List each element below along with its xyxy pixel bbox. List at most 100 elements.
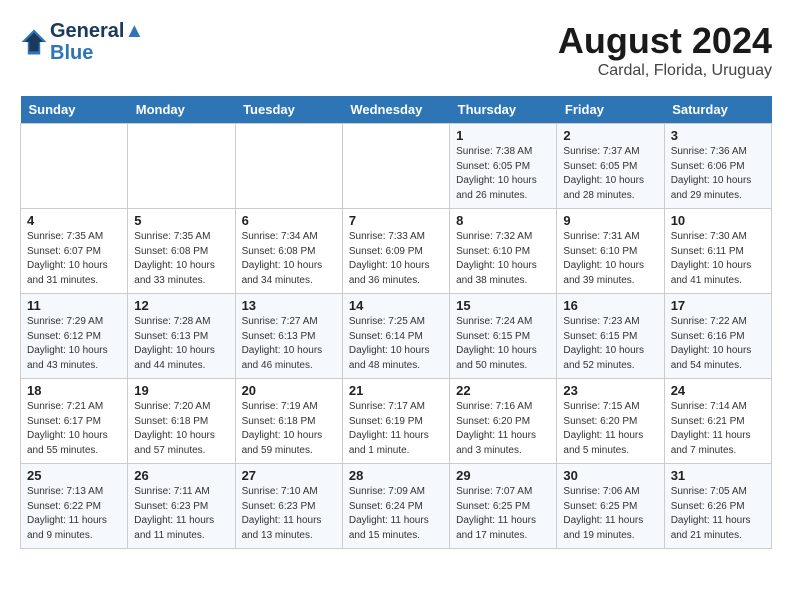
calendar-cell: 4Sunrise: 7:35 AM Sunset: 6:07 PM Daylig… xyxy=(21,209,128,294)
day-info: Sunrise: 7:30 AM Sunset: 6:11 PM Dayligh… xyxy=(671,230,765,288)
day-info: Sunrise: 7:06 AM Sunset: 6:25 PM Dayligh… xyxy=(563,485,657,543)
logo-icon xyxy=(20,28,48,56)
day-info: Sunrise: 7:07 AM Sunset: 6:25 PM Dayligh… xyxy=(456,485,550,543)
day-info: Sunrise: 7:34 AM Sunset: 6:08 PM Dayligh… xyxy=(242,230,336,288)
day-number: 16 xyxy=(563,298,657,313)
calendar-cell xyxy=(128,124,235,209)
calendar-cell: 20 Sunrise: 7:19 AM Sunset: 6:18 PM Dayli… xyxy=(235,379,342,464)
calendar-table: SundayMondayTuesdayWednesdayThursdayFrid… xyxy=(20,96,772,549)
day-info: Sunrise: 7:38 AM Sunset: 6:05 PM Dayligh… xyxy=(456,145,550,203)
day-number: 6 xyxy=(242,213,336,228)
calendar-cell: 12Sunrise: 7:28 AM Sunset: 6:13 PM Dayli… xyxy=(128,294,235,379)
day-info: Sunrise: 7:28 AM Sunset: 6:13 PM Dayligh… xyxy=(134,315,228,373)
day-number: 28 xyxy=(349,468,443,483)
day-number: 7 xyxy=(349,213,443,228)
week-row-4: 18Sunrise: 7:21 AM Sunset: 6:17 PM Dayli… xyxy=(21,379,772,464)
calendar-cell: 18Sunrise: 7:21 AM Sunset: 6:17 PM Dayli… xyxy=(21,379,128,464)
month-year: August 2024 xyxy=(558,20,772,62)
calendar-cell xyxy=(21,124,128,209)
calendar-cell: 9 Sunrise: 7:31 AM Sunset: 6:10 PM Daylig… xyxy=(557,209,664,294)
day-info: Sunrise: 7:33 AM Sunset: 6:09 PM Dayligh… xyxy=(349,230,443,288)
calendar-cell: 22 Sunrise: 7:16 AM Sunset: 6:20 PM Dayli… xyxy=(450,379,557,464)
weekday-header-row: SundayMondayTuesdayWednesdayThursdayFrid… xyxy=(21,96,772,124)
calendar-cell: 10Sunrise: 7:30 AM Sunset: 6:11 PM Dayli… xyxy=(664,209,771,294)
day-info: Sunrise: 7:10 AM Sunset: 6:23 PM Dayligh… xyxy=(242,485,336,543)
day-info: Sunrise: 7:32 AM Sunset: 6:10 PM Dayligh… xyxy=(456,230,550,288)
day-info: Sunrise: 7:21 AM Sunset: 6:17 PM Dayligh… xyxy=(27,400,121,458)
calendar-cell: 6 Sunrise: 7:34 AM Sunset: 6:08 PM Daylig… xyxy=(235,209,342,294)
day-info: Sunrise: 7:31 AM Sunset: 6:10 PM Dayligh… xyxy=(563,230,657,288)
day-number: 29 xyxy=(456,468,550,483)
calendar-cell: 31 Sunrise: 7:05 AM Sunset: 6:26 PM Dayli… xyxy=(664,464,771,549)
day-number: 8 xyxy=(456,213,550,228)
day-info: Sunrise: 7:25 AM Sunset: 6:14 PM Dayligh… xyxy=(349,315,443,373)
calendar-cell: 29 Sunrise: 7:07 AM Sunset: 6:25 PM Dayli… xyxy=(450,464,557,549)
week-row-1: 1 Sunrise: 7:38 AM Sunset: 6:05 PM Daylig… xyxy=(21,124,772,209)
day-number: 2 xyxy=(563,128,657,143)
logo: General▲ Blue xyxy=(20,20,144,64)
calendar-cell: 21 Sunrise: 7:17 AM Sunset: 6:19 PM Dayli… xyxy=(342,379,449,464)
calendar-cell xyxy=(235,124,342,209)
weekday-header-sunday: Sunday xyxy=(21,96,128,124)
day-number: 11 xyxy=(27,298,121,313)
day-info: Sunrise: 7:35 AM Sunset: 6:08 PM Dayligh… xyxy=(134,230,228,288)
calendar-cell: 19Sunrise: 7:20 AM Sunset: 6:18 PM Dayli… xyxy=(128,379,235,464)
calendar-cell xyxy=(342,124,449,209)
day-info: Sunrise: 7:14 AM Sunset: 6:21 PM Dayligh… xyxy=(671,400,765,458)
day-number: 21 xyxy=(349,383,443,398)
weekday-header-saturday: Saturday xyxy=(664,96,771,124)
calendar-cell: 28 Sunrise: 7:09 AM Sunset: 6:24 PM Dayli… xyxy=(342,464,449,549)
title-section: August 2024 Cardal, Florida, Uruguay xyxy=(558,20,772,80)
logo-name-line1: General▲ xyxy=(50,20,144,42)
calendar-cell: 11Sunrise: 7:29 AM Sunset: 6:12 PM Dayli… xyxy=(21,294,128,379)
day-info: Sunrise: 7:27 AM Sunset: 6:13 PM Dayligh… xyxy=(242,315,336,373)
day-number: 26 xyxy=(134,468,228,483)
calendar-cell: 30 Sunrise: 7:06 AM Sunset: 6:25 PM Dayli… xyxy=(557,464,664,549)
calendar-cell: 16Sunrise: 7:23 AM Sunset: 6:15 PM Dayli… xyxy=(557,294,664,379)
day-info: Sunrise: 7:17 AM Sunset: 6:19 PM Dayligh… xyxy=(349,400,443,458)
weekday-header-tuesday: Tuesday xyxy=(235,96,342,124)
day-info: Sunrise: 7:09 AM Sunset: 6:24 PM Dayligh… xyxy=(349,485,443,543)
day-number: 17 xyxy=(671,298,765,313)
weekday-header-friday: Friday xyxy=(557,96,664,124)
calendar-cell: 3 Sunrise: 7:36 AM Sunset: 6:06 PM Daylig… xyxy=(664,124,771,209)
day-info: Sunrise: 7:36 AM Sunset: 6:06 PM Dayligh… xyxy=(671,145,765,203)
weekday-header-wednesday: Wednesday xyxy=(342,96,449,124)
day-info: Sunrise: 7:13 AM Sunset: 6:22 PM Dayligh… xyxy=(27,485,121,543)
calendar-cell: 14 Sunrise: 7:25 AM Sunset: 6:14 PM Dayli… xyxy=(342,294,449,379)
day-number: 22 xyxy=(456,383,550,398)
day-info: Sunrise: 7:24 AM Sunset: 6:15 PM Dayligh… xyxy=(456,315,550,373)
calendar-cell: 26Sunrise: 7:11 AM Sunset: 6:23 PM Dayli… xyxy=(128,464,235,549)
calendar-cell: 23Sunrise: 7:15 AM Sunset: 6:20 PM Dayli… xyxy=(557,379,664,464)
day-info: Sunrise: 7:20 AM Sunset: 6:18 PM Dayligh… xyxy=(134,400,228,458)
day-number: 25 xyxy=(27,468,121,483)
day-info: Sunrise: 7:22 AM Sunset: 6:16 PM Dayligh… xyxy=(671,315,765,373)
day-number: 9 xyxy=(563,213,657,228)
day-number: 1 xyxy=(456,128,550,143)
day-number: 23 xyxy=(563,383,657,398)
calendar-cell: 7 Sunrise: 7:33 AM Sunset: 6:09 PM Daylig… xyxy=(342,209,449,294)
day-number: 27 xyxy=(242,468,336,483)
calendar-cell: 8 Sunrise: 7:32 AM Sunset: 6:10 PM Daylig… xyxy=(450,209,557,294)
calendar-cell: 24Sunrise: 7:14 AM Sunset: 6:21 PM Dayli… xyxy=(664,379,771,464)
day-info: Sunrise: 7:19 AM Sunset: 6:18 PM Dayligh… xyxy=(242,400,336,458)
weekday-header-monday: Monday xyxy=(128,96,235,124)
day-info: Sunrise: 7:35 AM Sunset: 6:07 PM Dayligh… xyxy=(27,230,121,288)
calendar-cell: 17 Sunrise: 7:22 AM Sunset: 6:16 PM Dayli… xyxy=(664,294,771,379)
day-number: 3 xyxy=(671,128,765,143)
day-info: Sunrise: 7:05 AM Sunset: 6:26 PM Dayligh… xyxy=(671,485,765,543)
day-number: 20 xyxy=(242,383,336,398)
day-number: 30 xyxy=(563,468,657,483)
day-info: Sunrise: 7:16 AM Sunset: 6:20 PM Dayligh… xyxy=(456,400,550,458)
weekday-header-thursday: Thursday xyxy=(450,96,557,124)
calendar-cell: 5 Sunrise: 7:35 AM Sunset: 6:08 PM Daylig… xyxy=(128,209,235,294)
calendar-cell: 1 Sunrise: 7:38 AM Sunset: 6:05 PM Daylig… xyxy=(450,124,557,209)
location: Cardal, Florida, Uruguay xyxy=(558,62,772,80)
page-header: General▲ Blue August 2024 Cardal, Florid… xyxy=(20,20,772,80)
day-number: 5 xyxy=(134,213,228,228)
day-number: 14 xyxy=(349,298,443,313)
week-row-3: 11Sunrise: 7:29 AM Sunset: 6:12 PM Dayli… xyxy=(21,294,772,379)
week-row-5: 25 Sunrise: 7:13 AM Sunset: 6:22 PM Dayli… xyxy=(21,464,772,549)
day-number: 31 xyxy=(671,468,765,483)
day-number: 13 xyxy=(242,298,336,313)
